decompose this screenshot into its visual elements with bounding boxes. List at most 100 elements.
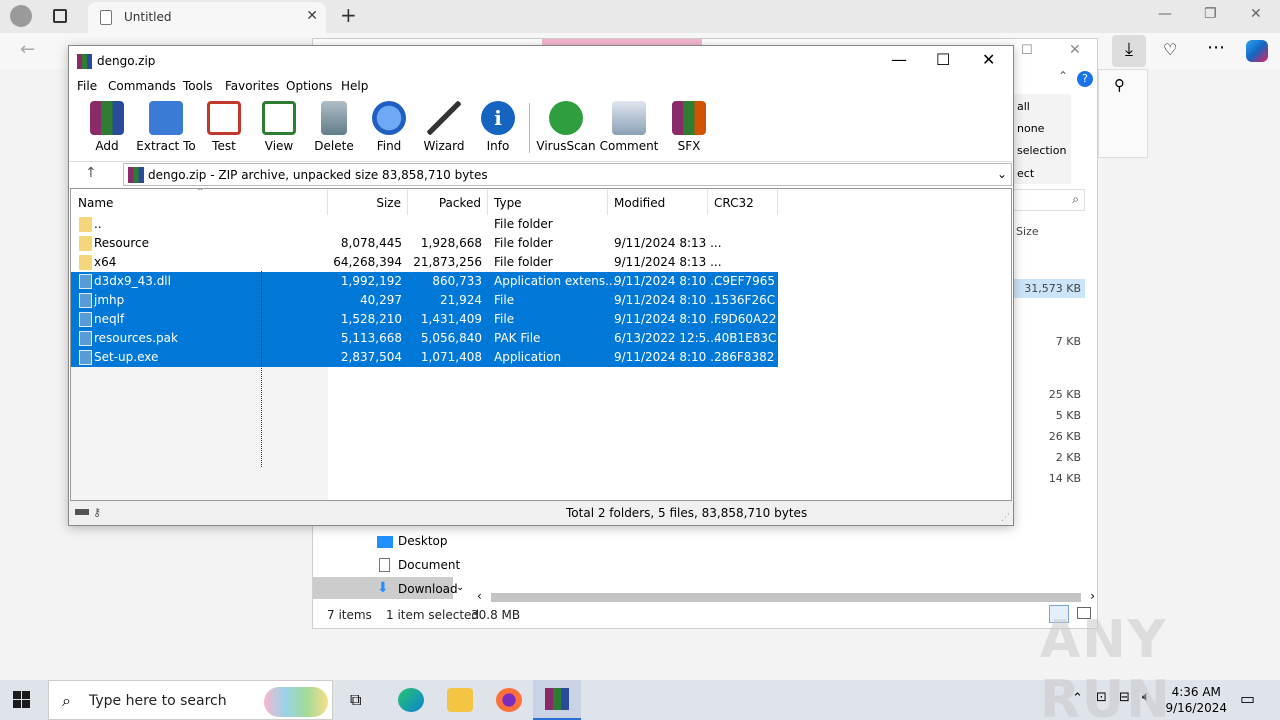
explorer-nav-pane: Desktop Document ⬇ Download ⌄ [313, 527, 469, 599]
table-row[interactable]: jmhp 40,297 21,924 File 9/11/2024 8:10 ... 15… [71, 291, 778, 310]
file-icon [79, 293, 92, 308]
select-none-item[interactable]: none [1017, 122, 1044, 135]
file-size: 1,992,192 [340, 274, 402, 288]
invert-selection-item[interactable]: selection [1017, 144, 1066, 157]
wizard-button[interactable]: Wizard [414, 101, 474, 157]
minimize-button[interactable]: — [1158, 6, 1172, 22]
tab-actions-icon[interactable] [53, 9, 67, 23]
column-header-packed[interactable]: Packed [408, 189, 488, 215]
restore-button[interactable]: ❐ [1204, 6, 1217, 22]
column-header-size[interactable]: Size [328, 189, 408, 215]
table-row[interactable]: resources.pak 5,113,668 5,056,840 PAK File 6… [71, 329, 778, 348]
tab-close-icon[interactable]: ✕ [306, 8, 318, 24]
back-arrow-icon[interactable]: ← [20, 39, 35, 60]
add-button[interactable]: Add [77, 101, 137, 157]
task-view-icon[interactable]: ⧉ [350, 690, 361, 710]
extract-to-label: Extract To [136, 139, 196, 153]
file-name: neqlf [94, 312, 125, 326]
file-explorer-icon[interactable] [447, 688, 473, 712]
edge-icon[interactable] [398, 688, 424, 712]
minimize-button[interactable]: — [891, 50, 907, 69]
copilot-icon[interactable] [1246, 40, 1268, 62]
info-label: Info [486, 139, 510, 153]
more-options-icon[interactable]: ⋯ [1207, 37, 1225, 58]
new-tab-button[interactable]: + [340, 3, 357, 27]
nav-item-desktop[interactable]: Desktop [398, 534, 448, 548]
menu-favorites[interactable]: Favorites [225, 79, 279, 93]
sfx-button[interactable]: SFX [659, 101, 719, 157]
nav-item-documents[interactable]: Document [398, 558, 460, 572]
find-button[interactable]: Find [359, 101, 419, 157]
select-all-item[interactable]: all [1017, 100, 1030, 113]
firefox-icon[interactable] [496, 688, 522, 712]
select-text-item: ect [1017, 167, 1035, 180]
search-placeholder: Type here to search [89, 693, 227, 709]
menu-commands[interactable]: Commands [108, 79, 176, 93]
sort-up-icon: ⌃ [196, 188, 205, 198]
wizard-label: Wizard [423, 139, 465, 153]
downloads-icon[interactable]: ⤓ [1112, 35, 1146, 67]
table-row[interactable]: x64 64,268,394 21,873,256 File folder 9/11/2… [71, 253, 778, 272]
up-arrow-icon[interactable]: ↑ [85, 165, 97, 181]
scroll-thumb[interactable] [491, 593, 1081, 602]
virusscan-button[interactable]: VirusScan [536, 101, 596, 157]
column-header-modified[interactable]: Modified [608, 189, 708, 215]
test-button[interactable]: Test [194, 101, 254, 157]
info-button[interactable]: i Info [468, 101, 528, 157]
table-row[interactable]: d3dx9_43.dll 1,992,192 860,733 Application … [71, 272, 778, 291]
path-field[interactable]: dengo.zip - ZIP archive, unpacked size 8… [123, 163, 1012, 186]
add-label: Add [95, 139, 119, 153]
explorer-restore-icon[interactable]: ☐ [1021, 43, 1033, 58]
column-header-crc32[interactable]: CRC32 [708, 189, 778, 215]
menu-tools[interactable]: Tools [183, 79, 213, 93]
comment-button[interactable]: Comment [599, 101, 659, 157]
performance-icon[interactable]: ♡ [1163, 40, 1177, 59]
collapse-ribbon-icon[interactable]: ⌃ [1058, 69, 1068, 83]
title-bar[interactable]: dengo.zip — ☐ ✕ [69, 46, 1013, 76]
taskbar-search-box[interactable]: ⌕ Type here to search [48, 680, 333, 720]
column-header-name[interactable]: Name ⌃ [71, 189, 328, 215]
table-row[interactable]: Set-up.exe 2,837,504 1,071,408 Application 9… [71, 348, 778, 367]
search-icon: ⌕ [62, 691, 71, 710]
folder-icon [79, 236, 92, 251]
explorer-search-box[interactable]: ⌕ [1013, 189, 1085, 211]
column-header-type[interactable]: Type [488, 189, 608, 215]
table-row[interactable]: .. File folder [71, 215, 778, 234]
item-count: 7 items [327, 608, 372, 622]
scroll-left-icon[interactable]: ‹ [477, 589, 482, 603]
windows-start-icon[interactable] [13, 691, 31, 709]
file-name: Set-up.exe [94, 350, 159, 364]
menu-options[interactable]: Options [286, 79, 332, 93]
scroll-right-icon[interactable]: › [1090, 589, 1095, 603]
nav-scroll-down-icon[interactable]: ⌄ [456, 582, 464, 593]
archive-icon [128, 167, 144, 183]
nav-item-downloads[interactable]: Download [398, 582, 458, 596]
close-button[interactable]: ✕ [1250, 6, 1262, 22]
view-book-icon [262, 101, 296, 135]
help-icon[interactable]: ? [1077, 71, 1093, 87]
close-button[interactable]: ✕ [982, 50, 995, 69]
winrar-taskbar-button[interactable] [533, 680, 581, 720]
delete-button[interactable]: Delete [304, 101, 364, 157]
file-modified: 9/11/2024 8:10 ... [614, 312, 722, 326]
tab-title: Untitled [124, 10, 172, 24]
maximize-button[interactable]: ☐ [936, 50, 950, 69]
menu-file[interactable]: File [77, 79, 97, 93]
delete-label: Delete [314, 139, 354, 153]
resize-grip-icon[interactable]: ⋰ [1001, 513, 1010, 523]
file-modified: 6/13/2022 12:5... [614, 331, 718, 345]
view-button[interactable]: View [249, 101, 309, 157]
extract-to-button[interactable]: Extract To [136, 101, 196, 157]
table-row[interactable]: neqlf 1,528,210 1,431,409 File 9/11/2024 8:1… [71, 310, 778, 329]
pin-icon[interactable]: ⚲ [1114, 76, 1125, 94]
profile-avatar-icon[interactable] [10, 5, 32, 27]
explorer-close-icon[interactable]: ✕ [1069, 42, 1081, 58]
anyrun-watermark: ANY RUN [1040, 610, 1172, 720]
size-column-header[interactable]: Size [1016, 225, 1039, 238]
menu-help[interactable]: Help [341, 79, 368, 93]
drive-icon [75, 509, 89, 515]
status-text: Total 2 folders, 5 files, 83,858,710 byt… [566, 506, 808, 520]
chevron-down-icon[interactable]: ⌄ [997, 167, 1007, 181]
table-row[interactable]: Resource 8,078,445 1,928,668 File folder 9/1… [71, 234, 778, 253]
browser-tab[interactable]: Untitled ✕ [88, 2, 326, 33]
